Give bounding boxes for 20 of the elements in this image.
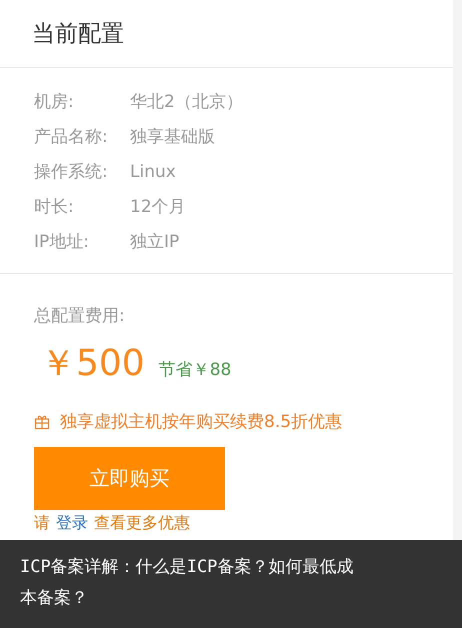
saving-text: 节省￥88 bbox=[158, 359, 232, 381]
spec-value: Linux bbox=[130, 162, 176, 182]
spec-label: IP地址: bbox=[34, 231, 90, 253]
promo-text: 独享虚拟主机按年购买续费8.5折优惠 bbox=[60, 411, 342, 433]
spec-label: 机房: bbox=[34, 91, 75, 113]
login-hint-text: 请 bbox=[34, 514, 50, 532]
total-label: 总配置费用: bbox=[34, 305, 126, 327]
login-hint-text: 查看更多优惠 bbox=[94, 514, 190, 532]
spec-value: 独立IP bbox=[130, 231, 180, 253]
spec-value: 独享基础版 bbox=[130, 126, 215, 148]
spec-label: 产品名称: bbox=[34, 126, 109, 148]
price: ￥500 bbox=[40, 342, 145, 386]
card-title: 当前配置 bbox=[32, 20, 124, 49]
spec-label: 操作系统: bbox=[34, 161, 109, 183]
spec-value: 华北2（北京） bbox=[130, 91, 243, 113]
login-link[interactable]: 登录 bbox=[56, 514, 88, 532]
gift-icon bbox=[34, 414, 50, 430]
spec-label: 时长: bbox=[34, 196, 75, 218]
caption-text: ICP备案详解：什么是ICP备案？如何最低成本备案？ bbox=[20, 556, 354, 610]
spec-value: 12个月 bbox=[130, 196, 186, 218]
